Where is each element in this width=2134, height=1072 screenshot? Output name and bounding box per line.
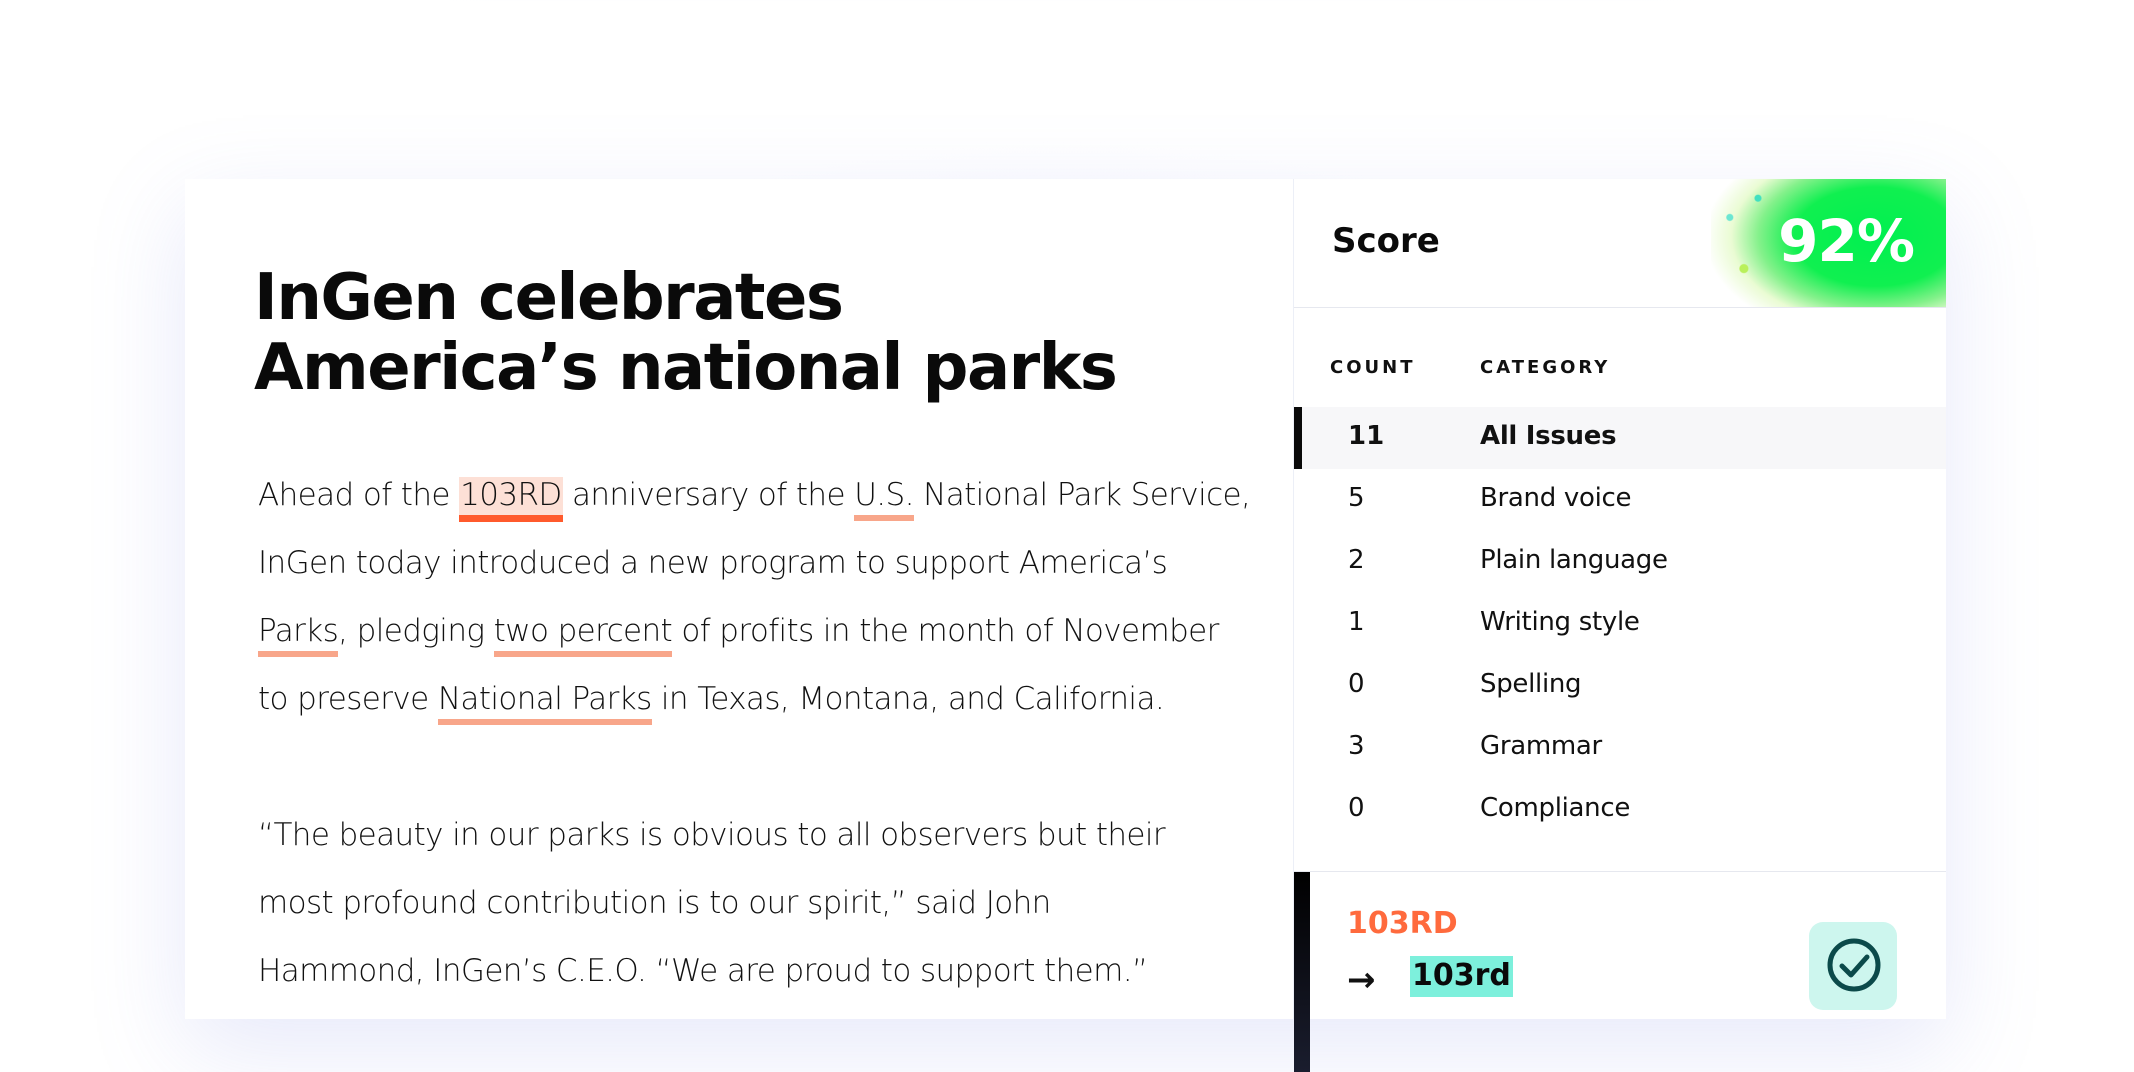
issue-highlight[interactable]: U.S. <box>854 477 914 521</box>
category-label: Brand voice <box>1480 483 1632 513</box>
paragraph-line: “The beauty in our parks is obvious to a… <box>258 817 1166 853</box>
category-count: 1 <box>1348 607 1365 637</box>
issue-highlight[interactable]: National Parks <box>437 681 652 725</box>
text-run: in Texas, Montana, and California. <box>651 681 1165 717</box>
category-count: 5 <box>1348 483 1365 513</box>
issue-highlight[interactable]: two percent <box>493 613 673 657</box>
title-line-2: America’s national parks <box>254 331 1118 405</box>
text-run: to preserve <box>258 681 438 717</box>
text-run: anniversary of the <box>562 477 855 513</box>
paragraph-line: InGen today introduced a new program to … <box>258 545 1168 581</box>
category-count: 3 <box>1348 731 1365 761</box>
paragraph-line: Parks, pledging two percent of profits i… <box>258 597 1278 665</box>
category-row-spelling[interactable]: 0 Spelling <box>1294 655 1946 717</box>
category-label: Writing style <box>1480 607 1640 637</box>
category-row-plain-language[interactable]: 2 Plain language <box>1294 531 1946 593</box>
score-label: Score <box>1332 221 1440 261</box>
category-row-brand-voice[interactable]: 5 Brand voice <box>1294 469 1946 531</box>
text-run: Ahead of the <box>258 477 460 513</box>
category-label: Plain language <box>1480 545 1668 575</box>
text-run: of profits in the month of November <box>672 613 1219 649</box>
document-pane[interactable]: InGen celebrates America’s national park… <box>185 179 1293 1019</box>
category-count: 0 <box>1348 793 1365 823</box>
score-value: 92% <box>1778 207 1915 275</box>
category-count: 0 <box>1348 669 1365 699</box>
category-row-all-issues[interactable]: 11 All Issues <box>1294 407 1946 469</box>
category-count: 2 <box>1348 545 1365 575</box>
editor-card: InGen celebrates America’s national park… <box>185 179 1946 1072</box>
paragraph-line: Ahead of the 103RD anniversary of the U.… <box>258 461 1278 529</box>
issue-highlight-active[interactable]: 103RD <box>459 477 563 522</box>
category-row-grammar[interactable]: 3 Grammar <box>1294 717 1946 779</box>
text-run: National Park Service, <box>913 477 1251 513</box>
issue-card[interactable]: 103RD → 103rd <box>1294 871 1946 1072</box>
paragraph-1: Ahead of the 103RD anniversary of the U.… <box>258 461 1278 733</box>
paragraph-line: most profound contribution is to our spi… <box>258 885 1051 921</box>
document-title: InGen celebrates America’s national park… <box>254 261 1118 405</box>
category-row-writing-style[interactable]: 1 Writing style <box>1294 593 1946 655</box>
category-count: 11 <box>1348 421 1385 451</box>
column-header-category: CATEGORY <box>1480 357 1611 378</box>
category-label: Grammar <box>1480 731 1602 761</box>
issue-suggestion[interactable]: 103rd <box>1410 956 1513 997</box>
check-circle-icon <box>1827 938 1881 992</box>
category-list: 11 All Issues 5 Brand voice 2 Plain lang… <box>1294 407 1946 841</box>
category-label: All Issues <box>1480 421 1617 451</box>
issue-term: 103RD <box>1347 906 1458 941</box>
issue-highlight[interactable]: Parks <box>258 613 339 657</box>
text-run: , pledging <box>338 613 494 649</box>
accept-suggestion-button[interactable] <box>1809 922 1897 1010</box>
category-row-compliance[interactable]: 0 Compliance <box>1294 779 1946 841</box>
title-line-1: InGen celebrates <box>254 261 844 335</box>
paragraph-line: Hammond, InGen’s C.E.O. “We are proud to… <box>258 953 1148 989</box>
column-header-count: COUNT <box>1330 357 1416 378</box>
score-panel: Score 92% COUNT CATEGORY 11 All Issues 5… <box>1293 179 1946 1072</box>
category-label: Spelling <box>1480 669 1582 699</box>
arrow-right-icon: → <box>1347 960 1376 1000</box>
score-header: Score 92% <box>1294 179 1946 308</box>
paragraph-2: “The beauty in our parks is obvious to a… <box>258 801 1278 1005</box>
paragraph-line: to preserve National Parks in Texas, Mon… <box>258 665 1278 733</box>
category-label: Compliance <box>1480 793 1631 823</box>
